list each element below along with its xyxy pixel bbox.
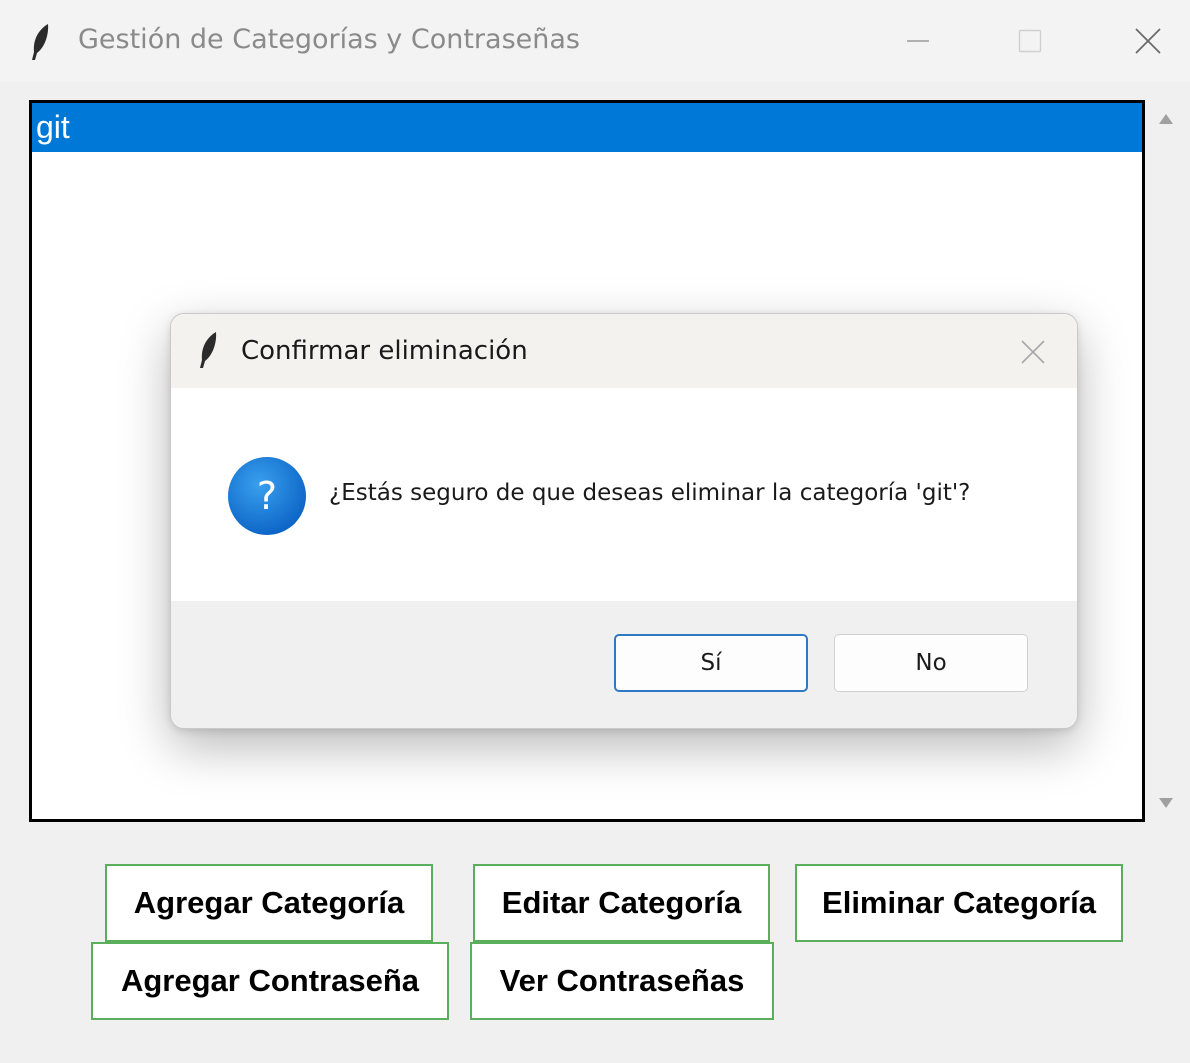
maximize-button[interactable] [1000,18,1060,64]
close-icon [1021,340,1045,364]
close-button[interactable] [1118,18,1178,64]
feather-icon [197,330,221,370]
no-button[interactable]: No [834,634,1028,692]
question-icon: ? [227,456,307,536]
add-category-button[interactable]: Agregar Categoría [105,864,433,942]
view-passwords-button[interactable]: Ver Contraseñas [470,942,774,1020]
dialog-footer: Sí No [171,601,1077,728]
minimize-button[interactable] [888,18,948,64]
window-title: Gestión de Categorías y Contraseñas [78,24,580,55]
main-window: Gestión de Categorías y Contraseñas git [0,0,1190,1063]
triangle-up-icon [1159,114,1173,124]
title-bar[interactable]: Gestión de Categorías y Contraseñas [0,0,1190,82]
add-password-button[interactable]: Agregar Contraseña [91,942,449,1020]
dialog-close-button[interactable] [1013,332,1053,372]
scroll-down-button[interactable] [1150,788,1182,818]
edit-category-button[interactable]: Editar Categoría [473,864,770,942]
dialog-title-bar[interactable]: Confirmar eliminación [171,314,1077,388]
yes-button[interactable]: Sí [614,634,808,692]
dialog-body: ? ¿Estás seguro de que deseas eliminar l… [171,388,1077,601]
dialog-title: Confirmar eliminación [241,336,528,366]
dialog-message: ¿Estás seguro de que deseas eliminar la … [329,480,971,506]
list-item[interactable]: git [32,103,1142,152]
scroll-up-button[interactable] [1150,104,1182,134]
minimize-icon [907,40,929,42]
feather-icon [28,22,54,62]
triangle-down-icon [1159,798,1173,808]
confirm-delete-dialog: Confirmar eliminación ? ¿Estás seguro de… [170,313,1078,729]
close-icon [1135,28,1161,54]
maximize-icon [1018,29,1042,53]
svg-text:?: ? [257,474,277,518]
vertical-scrollbar[interactable] [1150,100,1182,822]
delete-category-button[interactable]: Eliminar Categoría [795,864,1123,942]
